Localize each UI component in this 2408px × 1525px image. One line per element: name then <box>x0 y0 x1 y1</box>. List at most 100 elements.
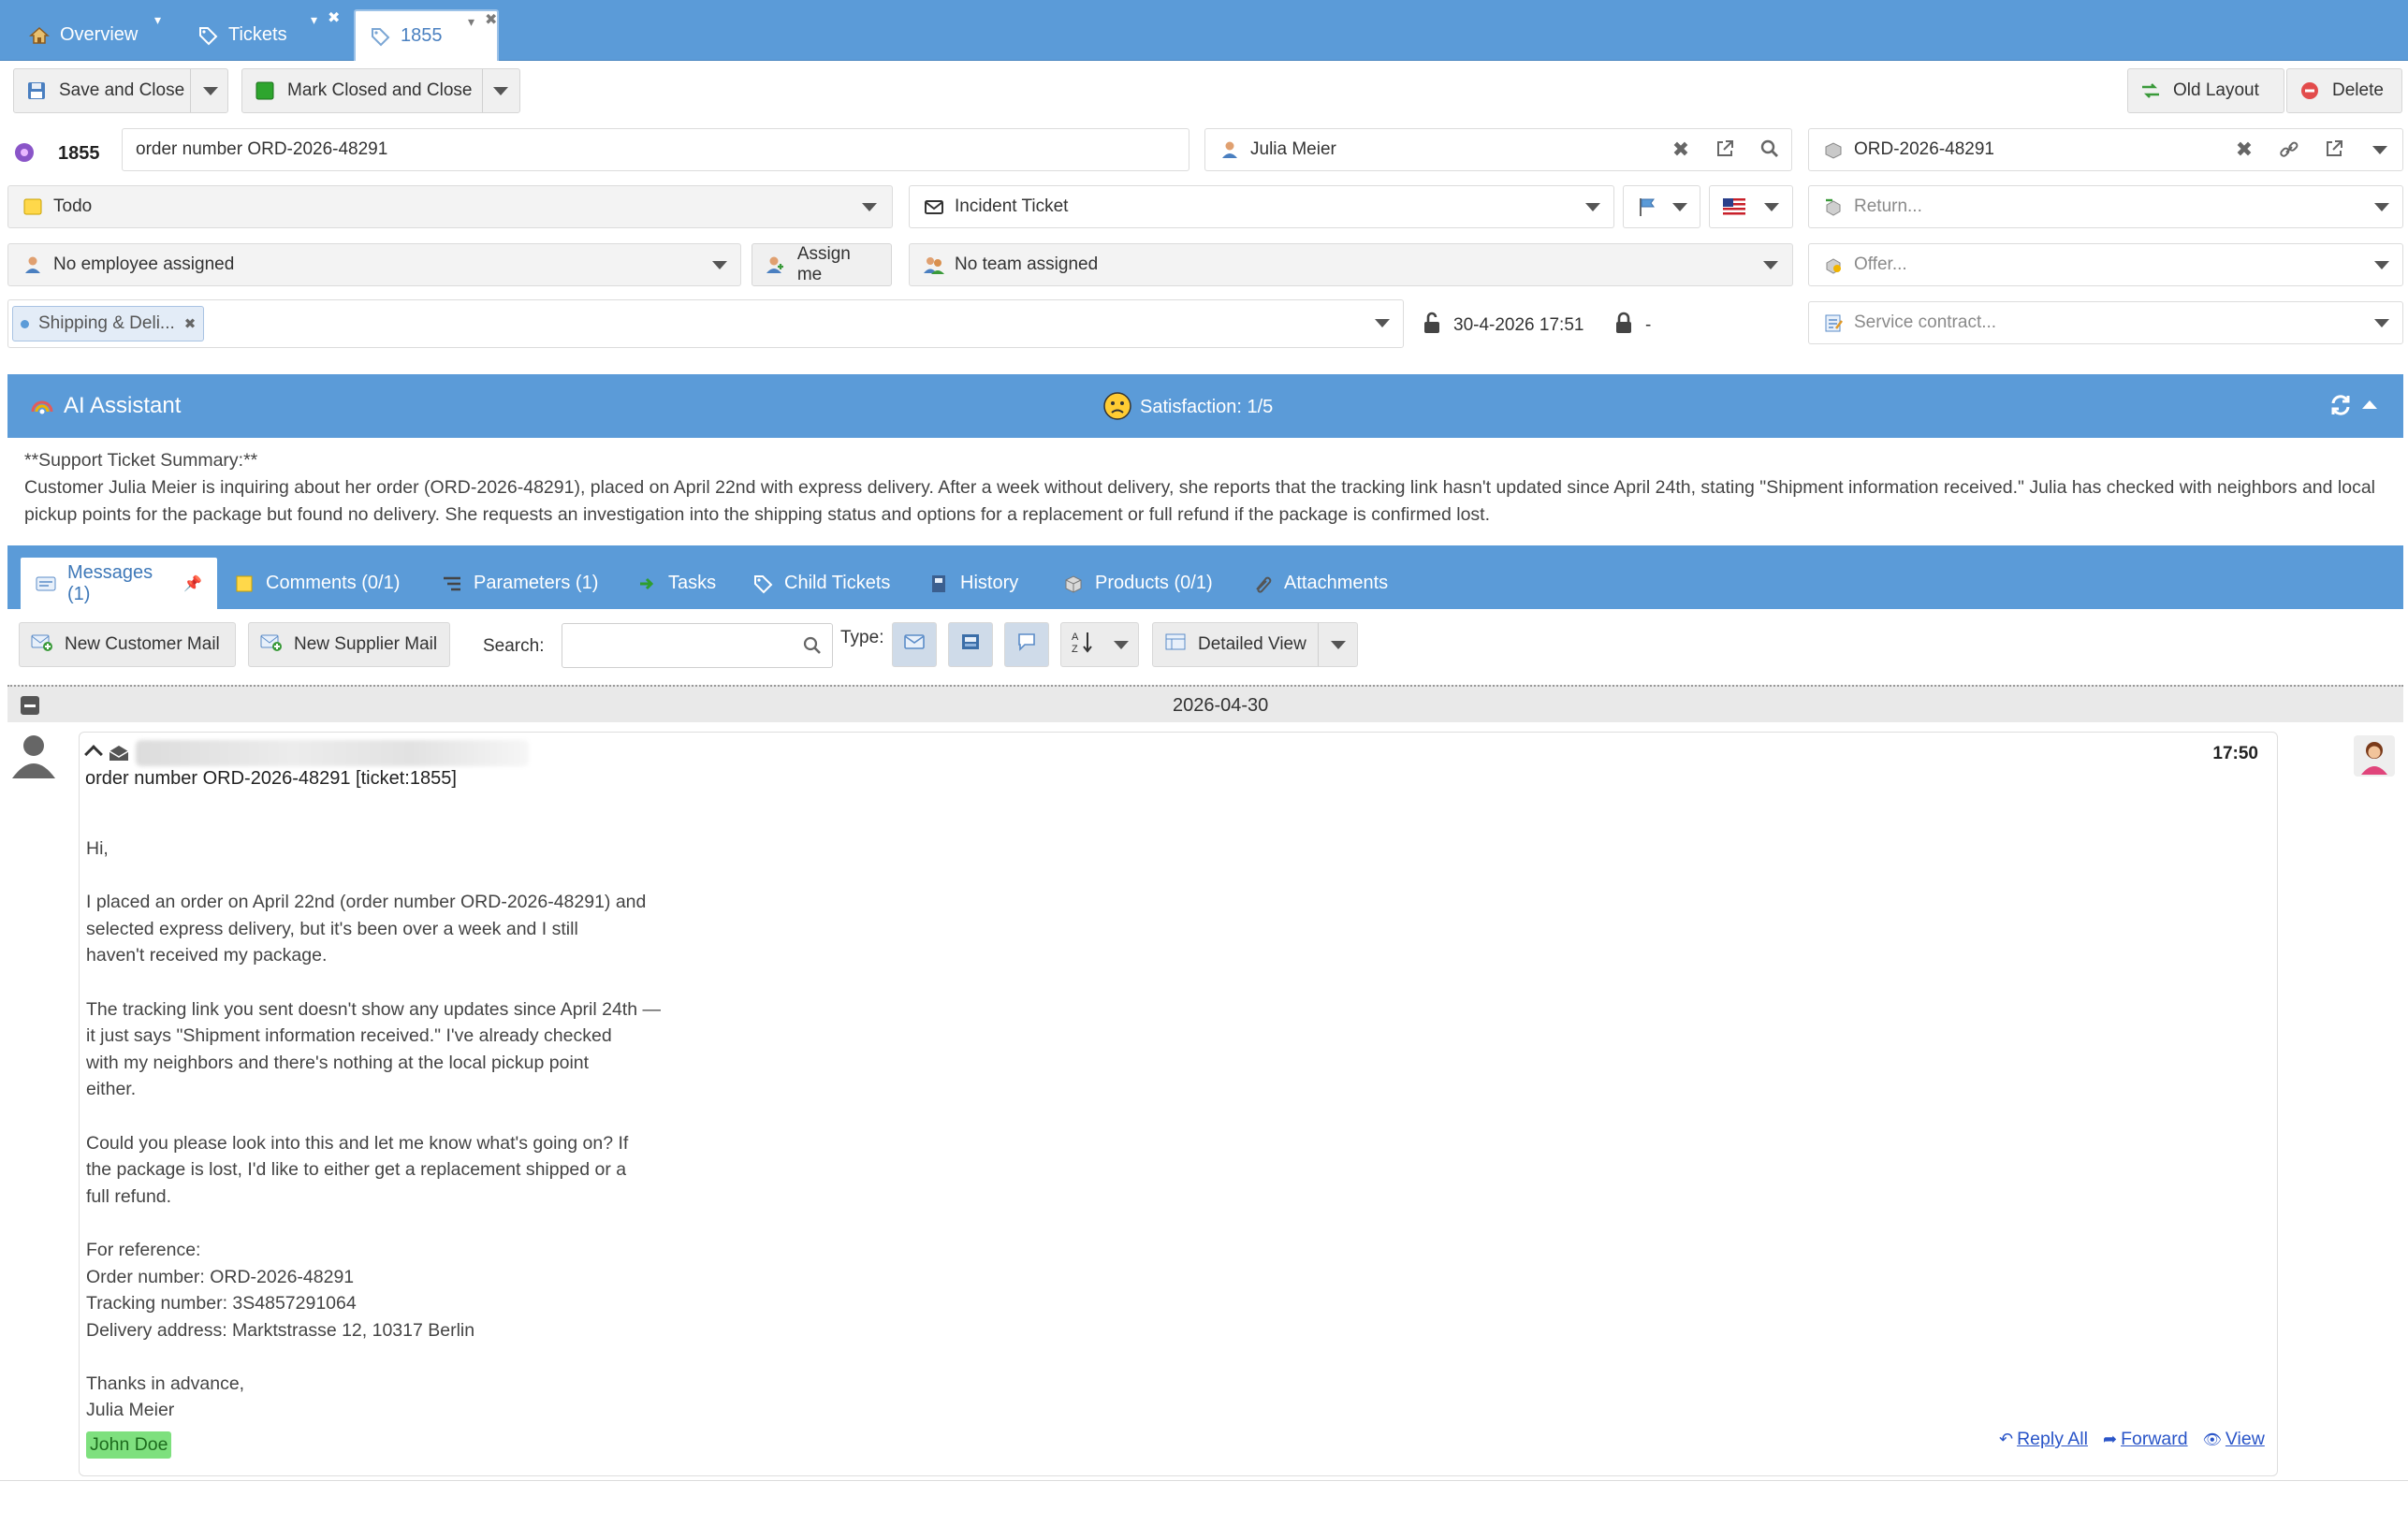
status-color-icon <box>22 196 44 218</box>
customer-field[interactable]: Julia Meier <box>1204 128 1792 171</box>
floppy-disk-icon <box>25 80 48 102</box>
summary-heading: **Support Ticket Summary:** <box>24 450 258 471</box>
clear-order-icon[interactable]: ✖ <box>2232 138 2256 162</box>
return-select[interactable]: Return... <box>1808 185 2403 228</box>
tab-messages[interactable]: Messages (1) 📌 <box>21 558 217 609</box>
message-body-line <box>86 969 661 996</box>
button-label: Assign me <box>796 244 851 284</box>
mark-closed-and-close-button[interactable]: Mark Closed and Close <box>241 68 520 113</box>
team-select[interactable]: No team assigned <box>909 243 1793 286</box>
tab-products[interactable]: Products (0/1) <box>1063 558 1213 609</box>
ticket-type-value: Incident Ticket <box>955 196 1069 216</box>
chevron-down-icon[interactable] <box>203 87 218 95</box>
tab-tickets[interactable]: Tickets <box>197 9 287 61</box>
search-icon[interactable] <box>1758 137 1782 161</box>
new-customer-mail-button[interactable]: New Customer Mail <box>19 622 236 667</box>
service-contract-select[interactable]: Service contract... <box>1808 301 2403 344</box>
offer-select[interactable]: Offer... <box>1808 243 2403 286</box>
close-icon[interactable]: ✖ <box>328 11 340 26</box>
message-body-line <box>86 863 661 890</box>
collapse-icon[interactable] <box>2362 400 2377 409</box>
ticket-type-select[interactable]: Incident Ticket <box>909 185 1614 228</box>
message-date-group[interactable]: 2026-04-30 <box>7 685 2403 722</box>
tab-ticket-1855[interactable]: 1855 ▾ ✖ <box>354 9 499 61</box>
collapse-group-icon[interactable] <box>21 696 39 715</box>
svg-text:Z: Z <box>1072 644 1078 654</box>
forward-link[interactable]: ➦ Forward <box>2103 1429 2188 1450</box>
sad-face-icon <box>1102 391 1132 426</box>
tab-child-tickets[interactable]: Child Tickets <box>752 558 890 609</box>
order-field[interactable]: ORD-2026-48291 <box>1808 128 2403 171</box>
chevron-down-icon <box>1585 203 1600 211</box>
button-label: Mark Closed and Close <box>287 80 473 100</box>
tab-menu-icon[interactable]: ▾ <box>468 15 474 28</box>
chevron-down-icon <box>1331 641 1346 649</box>
filter-mail-toggle[interactable] <box>892 622 937 667</box>
view-mode-value: Detailed View <box>1198 634 1306 654</box>
pin-icon[interactable]: 📌 <box>183 574 202 593</box>
search-icon[interactable] <box>802 635 823 661</box>
filter-archive-toggle[interactable] <box>948 622 993 667</box>
ai-assistant-header[interactable]: AI Assistant Satisfaction: 1/5 <box>7 374 2403 438</box>
view-link[interactable]: 👁 View <box>2203 1429 2265 1450</box>
home-icon <box>28 24 51 47</box>
sort-button[interactable]: AZ <box>1060 622 1139 667</box>
tab-history[interactable]: History <box>928 558 1018 609</box>
close-icon[interactable]: ✖ <box>485 13 497 28</box>
assign-me-button[interactable]: Assign me <box>752 243 892 286</box>
tags-input[interactable]: Shipping & Deli... ✖ <box>7 299 1404 348</box>
chevron-down-icon[interactable] <box>1114 641 1129 649</box>
tag-icon <box>752 574 773 594</box>
tab-comments[interactable]: Comments (0/1) <box>234 558 400 609</box>
message-body-line <box>86 1103 661 1130</box>
reply-icon: ↶ <box>1999 1430 2014 1448</box>
status-select[interactable]: Todo <box>7 185 893 228</box>
external-link-icon[interactable] <box>1713 137 1737 161</box>
old-layout-button[interactable]: Old Layout <box>2127 68 2284 113</box>
employee-value: No employee assigned <box>53 254 235 274</box>
subject-input[interactable]: order number ORD-2026-48291 <box>122 128 1189 171</box>
opened-envelope-icon <box>108 744 130 767</box>
employee-select[interactable]: No employee assigned <box>7 243 741 286</box>
tag-icon <box>369 25 391 48</box>
reply-all-link[interactable]: ↶ Reply All <box>1999 1429 2088 1450</box>
chevron-down-icon <box>2374 203 2389 211</box>
tab-menu-icon[interactable]: ▾ <box>311 13 317 26</box>
view-mode-select[interactable]: Detailed View <box>1152 622 1358 667</box>
message-search-input[interactable] <box>562 623 833 668</box>
ticket-number: 1855 <box>58 143 100 164</box>
button-label: Delete <box>2332 80 2384 100</box>
user-icon <box>1219 138 1241 161</box>
delete-button[interactable]: Delete <box>2286 68 2402 113</box>
chevron-down-icon[interactable] <box>493 87 508 95</box>
svg-text:A: A <box>1072 632 1079 643</box>
tab-menu-icon[interactable]: ▾ <box>154 13 161 26</box>
save-and-close-button[interactable]: Save and Close <box>13 68 228 113</box>
envelope-icon <box>923 196 945 218</box>
tag-chip: Shipping & Deli... ✖ <box>12 306 205 341</box>
remove-tag-icon[interactable]: ✖ <box>184 315 197 332</box>
tab-label: Attachments <box>1284 573 1389 593</box>
collapse-message-icon[interactable] <box>84 745 103 763</box>
chevron-down-icon <box>1764 203 1779 211</box>
inbox-icon <box>959 632 982 658</box>
message-body-line: Could you please look into this and let … <box>86 1132 629 1154</box>
language-select[interactable] <box>1709 185 1793 228</box>
new-mail-icon <box>260 632 283 658</box>
external-link-icon[interactable] <box>2322 137 2346 161</box>
tab-overview[interactable]: Overview <box>28 9 138 61</box>
refresh-icon[interactable] <box>2328 393 2353 422</box>
chevron-down-icon[interactable] <box>2372 146 2387 154</box>
clear-customer-icon[interactable]: ✖ <box>1669 138 1693 162</box>
tab-tasks[interactable]: Tasks <box>636 558 716 609</box>
button-label: Old Layout <box>2173 80 2259 100</box>
link-icon[interactable] <box>2277 138 2301 162</box>
filter-chat-toggle[interactable] <box>1004 622 1049 667</box>
tab-parameters[interactable]: Parameters (1) <box>442 558 598 609</box>
flag-select[interactable] <box>1623 185 1700 228</box>
forward-label: Forward <box>2121 1429 2188 1449</box>
new-supplier-mail-button[interactable]: New Supplier Mail <box>248 622 450 667</box>
arrow-right-icon <box>636 574 657 594</box>
tab-attachments[interactable]: Attachments <box>1252 558 1388 609</box>
message-body-line: For reference: <box>86 1239 201 1260</box>
